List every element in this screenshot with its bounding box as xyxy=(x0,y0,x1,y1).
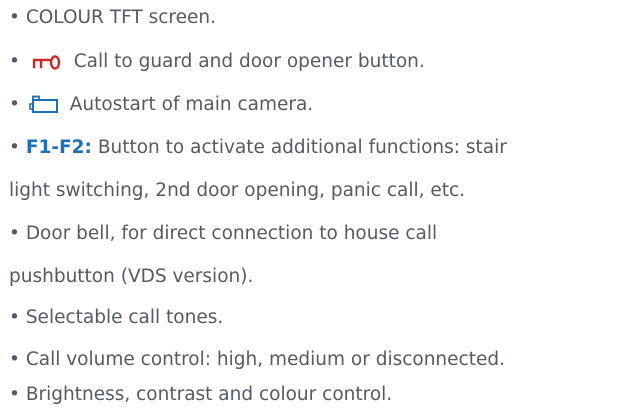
feature-text: Call to guard and door opener button. xyxy=(73,51,425,72)
bullet: • xyxy=(9,223,20,244)
feature-text: Button to activate additional functions:… xyxy=(97,137,507,158)
bullet: • xyxy=(9,307,20,328)
feature-item-continuation: pushbutton (VDS version). xyxy=(9,260,253,294)
key-icon xyxy=(28,50,64,70)
feature-text: COLOUR TFT screen. xyxy=(25,7,216,28)
feature-item-continuation: light switching, 2nd door opening, panic… xyxy=(9,174,465,208)
feature-item: • Selectable call tones. xyxy=(9,301,223,335)
bullet: • xyxy=(9,349,20,370)
function-keys-label: F1-F2: xyxy=(25,137,92,158)
feature-item: • Autostart of main camera. xyxy=(9,88,313,122)
feature-item: • Brightness, contrast and colour contro… xyxy=(9,378,392,412)
feature-text: pushbutton (VDS version). xyxy=(9,266,254,287)
camera-icon xyxy=(28,93,60,113)
feature-item: • Door bell, for direct connection to ho… xyxy=(9,217,437,251)
feature-text: Autostart of main camera. xyxy=(69,94,314,115)
feature-item: • COLOUR TFT screen. xyxy=(9,1,216,35)
feature-item: • Call volume control: high, medium or d… xyxy=(9,343,505,377)
feature-text: light switching, 2nd door opening, panic… xyxy=(9,180,466,201)
feature-text: Call volume control: high, medium or dis… xyxy=(25,349,505,370)
bullet: • xyxy=(9,94,20,115)
feature-text: Selectable call tones. xyxy=(25,307,224,328)
feature-item: • F1-F2: Button to activate additional f… xyxy=(9,131,507,165)
feature-text: Door bell, for direct connection to hous… xyxy=(25,223,438,244)
feature-text: Brightness, contrast and colour control. xyxy=(25,384,393,405)
feature-item: • Call to guard and door opener button. xyxy=(9,45,425,79)
bullet: • xyxy=(9,51,20,72)
bullet: • xyxy=(9,137,20,158)
bullet: • xyxy=(9,7,20,28)
bullet: • xyxy=(9,384,20,405)
